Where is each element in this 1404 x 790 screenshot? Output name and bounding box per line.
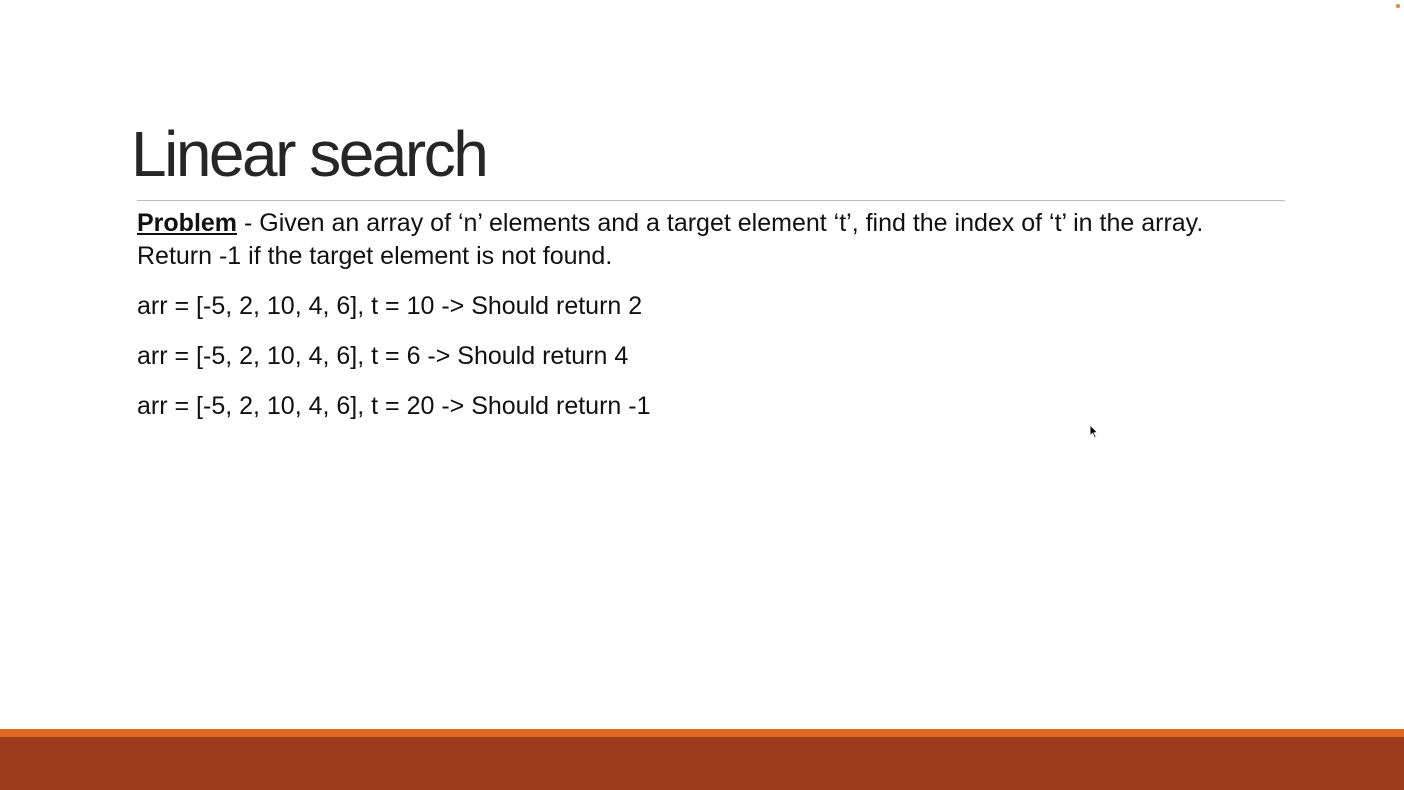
footer-accent-strip (0, 729, 1404, 737)
slide-title: Linear search (131, 118, 489, 190)
mouse-pointer-icon (1089, 424, 1099, 439)
example-line-1: arr = [-5, 2, 10, 4, 6], t = 10 -> Shoul… (137, 292, 643, 320)
footer-band (0, 737, 1404, 790)
problem-statement: Problem - Given an array of ‘n’ elements… (137, 207, 1247, 273)
corner-indicator-dot (1396, 4, 1400, 8)
problem-label: Problem (137, 209, 238, 237)
slide-body: Problem - Given an array of ‘n’ elements… (137, 207, 1247, 440)
example-line-2: arr = [-5, 2, 10, 4, 6], t = 6 -> Should… (137, 342, 629, 370)
problem-text: - Given an array of ‘n’ elements and a t… (137, 209, 1204, 270)
example-line-3: arr = [-5, 2, 10, 4, 6], t = 20 -> Shoul… (137, 392, 651, 420)
title-divider (137, 200, 1285, 201)
